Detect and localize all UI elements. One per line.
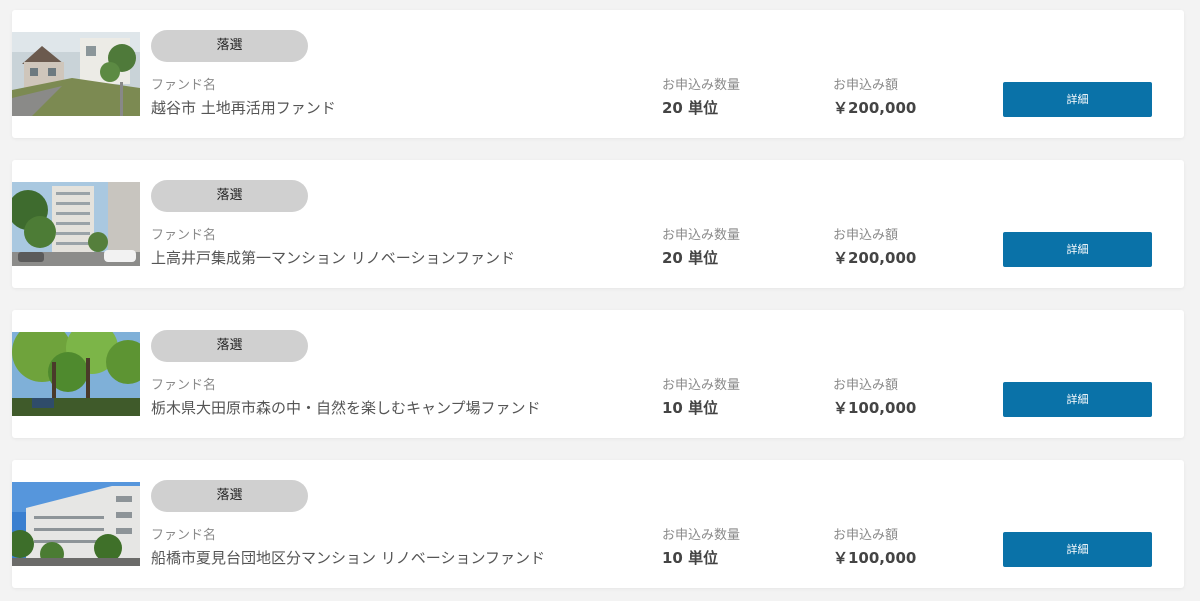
fund-name-label: ファンド名 bbox=[151, 528, 217, 543]
status-badge: 落選 bbox=[151, 330, 308, 362]
amount-label: お申込み額 bbox=[833, 528, 899, 543]
fund-card: 落選 ファンド名 栃木県大田原市森の中・自然を楽しむキャンプ場ファンド お申込み… bbox=[12, 310, 1184, 438]
fund-name: 船橋市夏見台団地区分マンション リノベーションファンド bbox=[151, 549, 546, 567]
quantity-label: お申込み数量 bbox=[662, 528, 741, 543]
fund-name-label: ファンド名 bbox=[151, 228, 217, 243]
amount-value: ￥200,000 bbox=[833, 99, 917, 117]
detail-button[interactable]: 詳細 bbox=[1003, 82, 1152, 117]
fund-thumbnail bbox=[12, 482, 140, 566]
fund-application-list: 落選 ファンド名 越谷市 土地再活用ファンド お申込み数量 20 単位 お申込み… bbox=[0, 0, 1200, 601]
detail-button[interactable]: 詳細 bbox=[1003, 232, 1152, 267]
fund-thumbnail bbox=[12, 182, 140, 266]
status-badge: 落選 bbox=[151, 30, 308, 62]
fund-thumbnail bbox=[12, 32, 140, 116]
quantity-value: 20 単位 bbox=[662, 249, 719, 267]
fund-name: 上高井戸集成第一マンション リノベーションファンド bbox=[151, 249, 516, 267]
detail-button[interactable]: 詳細 bbox=[1003, 382, 1152, 417]
status-badge: 落選 bbox=[151, 480, 308, 512]
quantity-value: 10 単位 bbox=[662, 399, 719, 417]
amount-value: ￥100,000 bbox=[833, 549, 917, 567]
amount-label: お申込み額 bbox=[833, 78, 899, 93]
quantity-label: お申込み数量 bbox=[662, 78, 741, 93]
status-badge: 落選 bbox=[151, 180, 308, 212]
fund-name: 越谷市 土地再活用ファンド bbox=[151, 99, 336, 117]
quantity-value: 10 単位 bbox=[662, 549, 719, 567]
detail-button[interactable]: 詳細 bbox=[1003, 532, 1152, 567]
fund-thumbnail bbox=[12, 332, 140, 416]
quantity-label: お申込み数量 bbox=[662, 228, 741, 243]
fund-card: 落選 ファンド名 上高井戸集成第一マンション リノベーションファンド お申込み数… bbox=[12, 160, 1184, 288]
amount-value: ￥100,000 bbox=[833, 399, 917, 417]
fund-card: 落選 ファンド名 船橋市夏見台団地区分マンション リノベーションファンド お申込… bbox=[12, 460, 1184, 588]
quantity-value: 20 単位 bbox=[662, 99, 719, 117]
fund-name: 栃木県大田原市森の中・自然を楽しむキャンプ場ファンド bbox=[151, 399, 541, 417]
fund-name-label: ファンド名 bbox=[151, 378, 217, 393]
amount-value: ￥200,000 bbox=[833, 249, 917, 267]
amount-label: お申込み額 bbox=[833, 228, 899, 243]
fund-name-label: ファンド名 bbox=[151, 78, 217, 93]
fund-card: 落選 ファンド名 越谷市 土地再活用ファンド お申込み数量 20 単位 お申込み… bbox=[12, 10, 1184, 138]
amount-label: お申込み額 bbox=[833, 378, 899, 393]
quantity-label: お申込み数量 bbox=[662, 378, 741, 393]
